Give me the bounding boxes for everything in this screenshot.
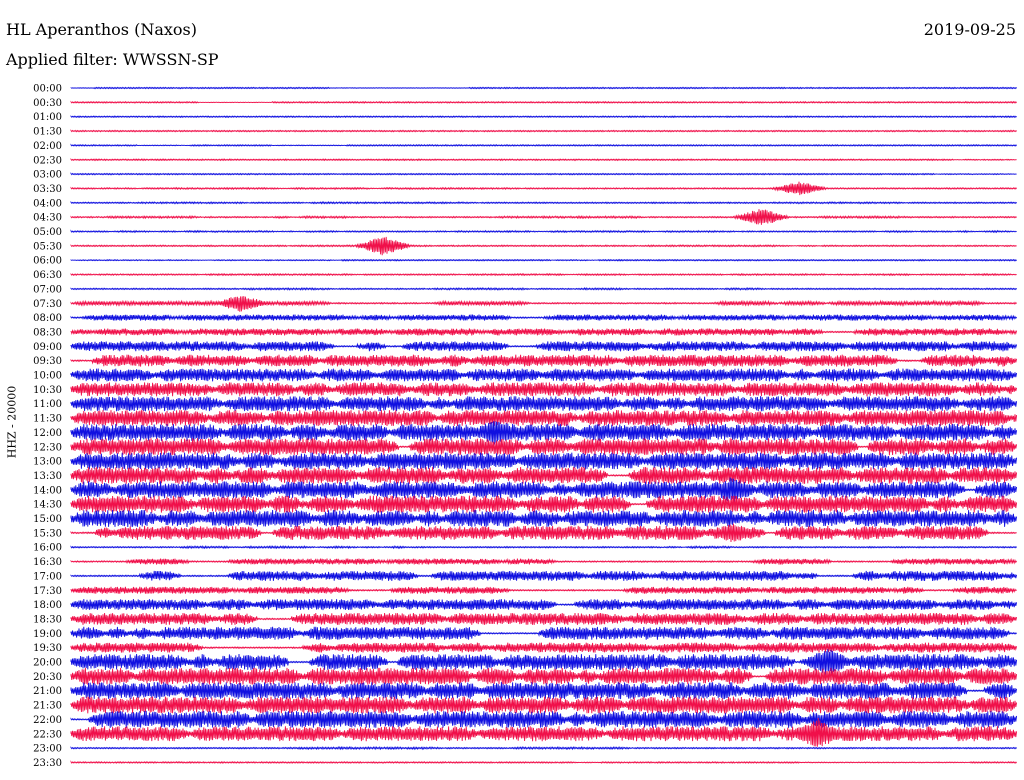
seismogram-plot: 00:00 00:30 01:00 01:30 02:00 02:30 03:00 03:30… [33,84,1018,769]
trace-line [70,509,1018,528]
trace-line [70,452,1018,470]
trace-line [70,100,1017,104]
time-label: 11:00 [33,399,62,410]
trace-line [70,158,1017,162]
time-label: 03:30 [33,184,62,195]
time-label: 08:30 [33,327,62,338]
trace-line [70,236,1017,256]
trace-line [70,172,1017,176]
time-label: 14:30 [33,500,62,511]
time-label: 04:30 [33,213,62,224]
time-labels-group: 00:00 00:30 01:00 01:30 02:00 02:30 03:00 03:30… [33,84,62,769]
trace-line [70,557,1017,565]
trace-line [70,368,1018,382]
time-label: 15:00 [33,514,62,525]
time-label: 18:00 [33,600,62,611]
time-label: 00:00 [33,84,62,95]
trace-line [70,421,1018,445]
time-label: 05:00 [33,227,62,238]
trace-line [70,438,1018,456]
trace-line [70,200,1017,205]
time-label: 10:00 [33,371,62,382]
trace-line [70,181,1017,196]
time-label: 15:30 [33,528,62,539]
trace-line [70,209,1017,225]
trace-line [70,396,1018,412]
trace-line [70,612,1018,625]
trace-line [70,86,1017,90]
time-label: 07:00 [33,284,62,295]
trace-line [70,382,1018,397]
time-label: 16:00 [33,543,62,554]
time-label: 19:30 [33,643,62,654]
trace-line [70,286,1017,291]
trace-line [70,599,1018,611]
trace-line [70,667,1018,685]
trace-line [70,229,1017,234]
trace-line [70,341,1018,352]
trace-line [70,354,1018,367]
trace-line [70,710,1018,728]
trace-line [70,570,1018,581]
trace-line [70,258,1017,262]
time-label: 00:30 [33,98,62,109]
trace-line [70,626,1017,640]
time-label: 11:30 [33,414,62,425]
time-label: 04:00 [33,198,62,209]
time-label: 17:00 [33,571,62,582]
trace-line [70,296,1017,312]
time-label: 13:00 [33,457,62,468]
time-label: 06:30 [33,270,62,281]
time-label: 09:30 [33,356,62,367]
time-label: 12:30 [33,442,62,453]
trace-line [70,115,1017,119]
time-label: 10:30 [33,385,62,396]
trace-line [70,314,1017,322]
trace-line [70,760,1017,764]
time-label: 01:00 [33,112,62,123]
trace-line [70,328,1018,336]
trace-line [70,466,1018,484]
time-label: 16:30 [33,557,62,568]
time-label: 02:00 [33,141,62,152]
time-label: 20:00 [33,658,62,669]
time-label: 17:30 [33,586,62,597]
time-label: 22:00 [33,715,62,726]
trace-line [70,129,1017,133]
time-label: 19:00 [33,629,62,640]
trace-line [70,495,1018,513]
traces-group [70,86,1018,764]
trace-line [70,649,1018,675]
time-label: 01:30 [33,127,62,138]
time-label: 08:00 [33,313,62,324]
time-label: 13:30 [33,471,62,482]
time-label: 22:30 [33,729,62,740]
time-label: 06:00 [33,256,62,267]
time-label: 18:30 [33,614,62,625]
time-label: 21:30 [33,701,62,712]
trace-line [70,143,1017,147]
time-label: 05:30 [33,241,62,252]
time-label: 23:30 [33,758,62,769]
trace-line [70,745,1017,751]
trace-line [70,545,1017,550]
trace-line [70,410,1018,427]
time-label: 20:30 [33,672,62,683]
time-label: 09:00 [33,342,62,353]
trace-line [70,272,1017,277]
time-label: 21:00 [33,686,62,697]
time-label: 14:00 [33,485,62,496]
time-label: 12:00 [33,428,62,439]
trace-line [70,696,1018,714]
trace-line [70,682,1018,700]
time-label: 02:30 [33,155,62,166]
time-label: 23:00 [33,744,62,755]
time-label: 03:00 [33,170,62,181]
trace-line [70,586,1017,594]
time-label: 07:30 [33,299,62,310]
trace-line [70,642,1018,653]
